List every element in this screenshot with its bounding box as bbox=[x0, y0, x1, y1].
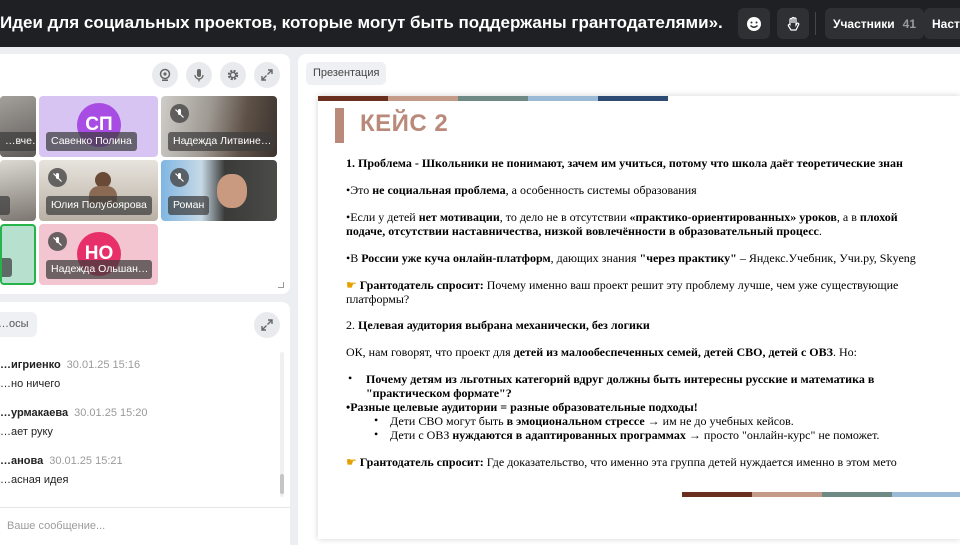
settings-label: Наст bbox=[932, 16, 960, 31]
slide-line: ☛ Грантодатель спросит: Почему именно ва… bbox=[346, 278, 899, 292]
message-author: …игриенко 30.01.25 15:16 bbox=[0, 359, 141, 371]
message-author: …анова 30.01.25 15:21 bbox=[0, 455, 123, 467]
slide-line: Дети с ОВЗ нуждаются в адаптированных пр… bbox=[390, 428, 880, 442]
decor-stripe bbox=[458, 96, 528, 101]
slide-line: 2. Целевая аудитория выбрана механически… bbox=[346, 318, 650, 332]
slide-line: •Если у детей нет мотивации, то дело не … bbox=[346, 210, 898, 224]
participant-name: Роман bbox=[168, 196, 210, 215]
microphone-icon bbox=[194, 69, 204, 82]
tab-questions[interactable]: …осы bbox=[0, 312, 37, 337]
message-input[interactable]: Ваше сообщение... bbox=[0, 507, 290, 545]
chat-scrollbar-thumb[interactable] bbox=[280, 474, 284, 494]
slide-line: ОК, нам говорят, что проект для детей из… bbox=[346, 345, 857, 359]
message-text: …асная идея bbox=[0, 474, 69, 486]
participants-label: Участники bbox=[833, 16, 895, 31]
message-author: …урмакаева 30.01.25 15:20 bbox=[0, 407, 148, 419]
video-tile[interactable]: СП Савенко Полина bbox=[39, 96, 158, 157]
participant-name: Надежда Ольшан… bbox=[46, 260, 152, 279]
muted-mic-icon bbox=[170, 168, 189, 187]
video-tile-active-speaker[interactable] bbox=[0, 224, 36, 285]
reactions-button[interactable] bbox=[738, 8, 770, 39]
smile-icon bbox=[747, 16, 761, 31]
message-time: 30.01.25 15:21 bbox=[49, 455, 123, 467]
settings-button[interactable]: Наст bbox=[924, 8, 960, 39]
muted-mic-icon bbox=[170, 104, 189, 123]
slide-line: платформы? bbox=[346, 292, 410, 306]
expand-icon bbox=[261, 319, 273, 331]
toolbar-divider bbox=[815, 12, 816, 35]
video-panel: …вче… СП Савенко Полина Надежда Литвине…… bbox=[0, 54, 290, 294]
slide-title: КЕЙС 2 bbox=[360, 110, 449, 137]
raise-hand-button[interactable] bbox=[777, 8, 809, 39]
slide-line: Дети СВО могут быть в эмоциональном стре… bbox=[390, 414, 794, 428]
expand-video-button[interactable] bbox=[254, 62, 280, 88]
meeting-title: Идеи для социальных проектов, которые мо… bbox=[0, 13, 722, 32]
decor-stripe bbox=[598, 96, 668, 101]
gear-icon bbox=[227, 69, 239, 81]
decor-stripe bbox=[528, 96, 598, 101]
slide-line: Почему детям из льготных категорий вдруг… bbox=[366, 372, 875, 386]
resize-handle[interactable] bbox=[278, 282, 284, 288]
video-tile[interactable] bbox=[0, 160, 36, 221]
video-tile[interactable]: Юлия Полубоярова bbox=[39, 160, 158, 221]
message-time: 30.01.25 15:20 bbox=[74, 407, 148, 419]
slide-line: 1. Проблема - Школьники не понимают, зач… bbox=[346, 156, 903, 170]
message-text: …ает руку bbox=[0, 426, 53, 438]
muted-mic-icon bbox=[48, 232, 67, 251]
top-bar: Идеи для социальных проектов, которые мо… bbox=[0, 0, 960, 47]
participant-name: Надежда Литвине… bbox=[168, 132, 274, 151]
video-settings-button[interactable] bbox=[220, 62, 246, 88]
chat-panel: …осы …игриенко 30.01.25 15:16 …но ничего … bbox=[0, 302, 290, 545]
participants-count: 41 bbox=[902, 16, 917, 31]
participant-name: Савенко Полина bbox=[46, 132, 137, 151]
expand-chat-button[interactable] bbox=[254, 312, 280, 338]
muted-mic-icon bbox=[48, 168, 67, 187]
pointing-hand-icon: ☛ bbox=[346, 278, 357, 292]
microphone-toggle-button[interactable] bbox=[186, 62, 212, 88]
webcam-icon bbox=[159, 68, 171, 81]
decor-stripe bbox=[752, 492, 822, 497]
slide-line: ☛ Грантодатель спросит: Где доказательст… bbox=[346, 455, 897, 469]
bullet-icon: • bbox=[348, 371, 353, 385]
slide-line: "практическом формате"? bbox=[366, 386, 512, 400]
decor-stripe bbox=[682, 492, 752, 497]
slide-line: •Разные целевые аудитории = разные образ… bbox=[346, 400, 698, 414]
decor-stripe bbox=[388, 96, 458, 101]
video-tile[interactable]: Роман bbox=[161, 160, 277, 221]
pointing-hand-icon: ☛ bbox=[346, 455, 357, 469]
participants-button[interactable]: Участники 41 bbox=[825, 8, 925, 39]
bullet-icon: • bbox=[374, 427, 379, 441]
slide-line: •В России уже куча онлайн-платформ, дающ… bbox=[346, 251, 916, 265]
video-tile[interactable]: Надежда Литвине… bbox=[161, 96, 277, 157]
tab-presentation[interactable]: Презентация bbox=[306, 62, 387, 85]
presentation-panel: Презентация КЕЙС 2 1. Проблема - Школьни… bbox=[298, 54, 960, 545]
slide-line: •Это не социальная проблема, а особеннос… bbox=[346, 183, 697, 197]
message-text: …но ничего bbox=[0, 378, 61, 390]
presentation-slide: КЕЙС 2 1. Проблема - Школьники не понима… bbox=[318, 96, 960, 539]
title-accent-bar bbox=[335, 108, 344, 143]
expand-icon bbox=[261, 69, 273, 81]
video-tile[interactable]: …вче… bbox=[0, 96, 36, 157]
message-time: 30.01.25 15:16 bbox=[66, 359, 141, 371]
video-tile[interactable]: НО Надежда Ольшан… bbox=[39, 224, 158, 285]
participant-name: Юлия Полубоярова bbox=[46, 196, 152, 215]
slide-line: подаче, отсутствии наставничества, низко… bbox=[346, 224, 822, 238]
bullet-icon: • bbox=[374, 413, 379, 427]
hand-icon bbox=[787, 16, 800, 31]
decor-stripe bbox=[318, 96, 388, 101]
participant-name bbox=[2, 258, 12, 277]
participant-name: …вче… bbox=[0, 132, 36, 151]
decor-stripe bbox=[822, 492, 892, 497]
participant-name bbox=[0, 196, 10, 215]
decor-stripe bbox=[892, 492, 960, 497]
camera-toggle-button[interactable] bbox=[152, 62, 178, 88]
